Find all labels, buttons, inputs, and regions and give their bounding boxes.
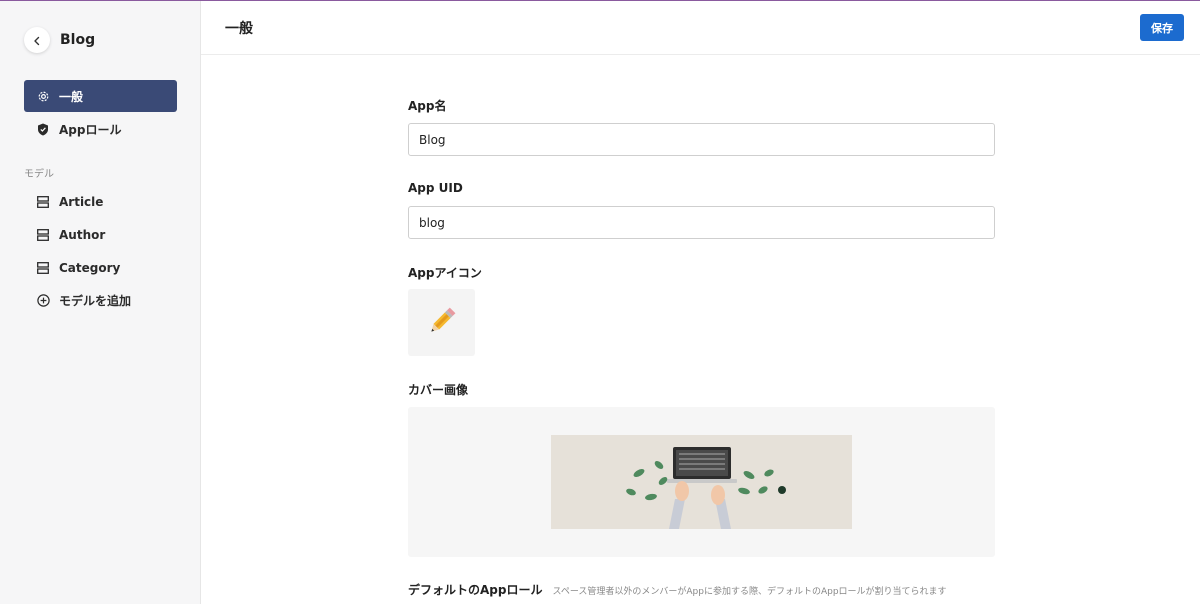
model-icon <box>36 261 50 275</box>
pencil-icon <box>425 304 459 342</box>
models-section-label: モデル <box>24 169 54 180</box>
plus-circle-icon <box>36 293 50 307</box>
sidebar-item-label: Author <box>59 228 106 242</box>
app-icon-picker[interactable] <box>408 289 475 356</box>
app-icon-label: Appアイコン <box>408 266 482 280</box>
model-icon <box>36 195 50 209</box>
sidebar-item-label: Category <box>59 261 121 275</box>
app-name-label: App名 <box>408 99 447 113</box>
app-name: Blog <box>60 32 96 48</box>
sidebar-item-category[interactable]: Category <box>24 252 177 284</box>
sidebar-item-label: Appロール <box>59 122 122 137</box>
sidebar: Blog 一般 Appロール モデル Article Author Catego… <box>0 1 201 604</box>
model-icon <box>36 228 50 242</box>
app-uid-label: App UID <box>408 181 463 195</box>
default-role-help: スペース管理者以外のメンバーがAppに参加する際、デフォルトのAppロールが割り… <box>552 587 947 597</box>
add-model-button[interactable]: モデルを追加 <box>24 284 177 316</box>
app-name-input[interactable] <box>408 123 995 156</box>
default-role-label: デフォルトのAppロール <box>408 583 543 597</box>
sidebar-item-app-roles[interactable]: Appロール <box>24 113 177 145</box>
sidebar-item-author[interactable]: Author <box>24 219 177 251</box>
sidebar-item-label: Article <box>59 195 104 209</box>
app-uid-input[interactable] <box>408 206 995 239</box>
back-button[interactable] <box>24 27 50 53</box>
app-header: Blog <box>24 27 95 53</box>
save-button[interactable]: 保存 <box>1140 14 1184 41</box>
cover-image <box>551 435 852 529</box>
sidebar-item-article[interactable]: Article <box>24 186 177 218</box>
sidebar-item-label: 一般 <box>59 89 84 104</box>
page-header: 一般 保存 <box>201 1 1200 55</box>
cover-image-label: カバー画像 <box>408 383 469 397</box>
shield-icon <box>36 122 50 136</box>
add-model-label: モデルを追加 <box>59 293 132 308</box>
page-title: 一般 <box>225 21 253 37</box>
default-role-row: デフォルトのAppロール スペース管理者以外のメンバーがAppに参加する際、デフ… <box>408 581 947 598</box>
cover-image-picker[interactable] <box>408 407 995 557</box>
gear-icon <box>36 89 50 103</box>
sidebar-item-general[interactable]: 一般 <box>24 80 177 112</box>
chevron-left-icon <box>32 31 42 50</box>
